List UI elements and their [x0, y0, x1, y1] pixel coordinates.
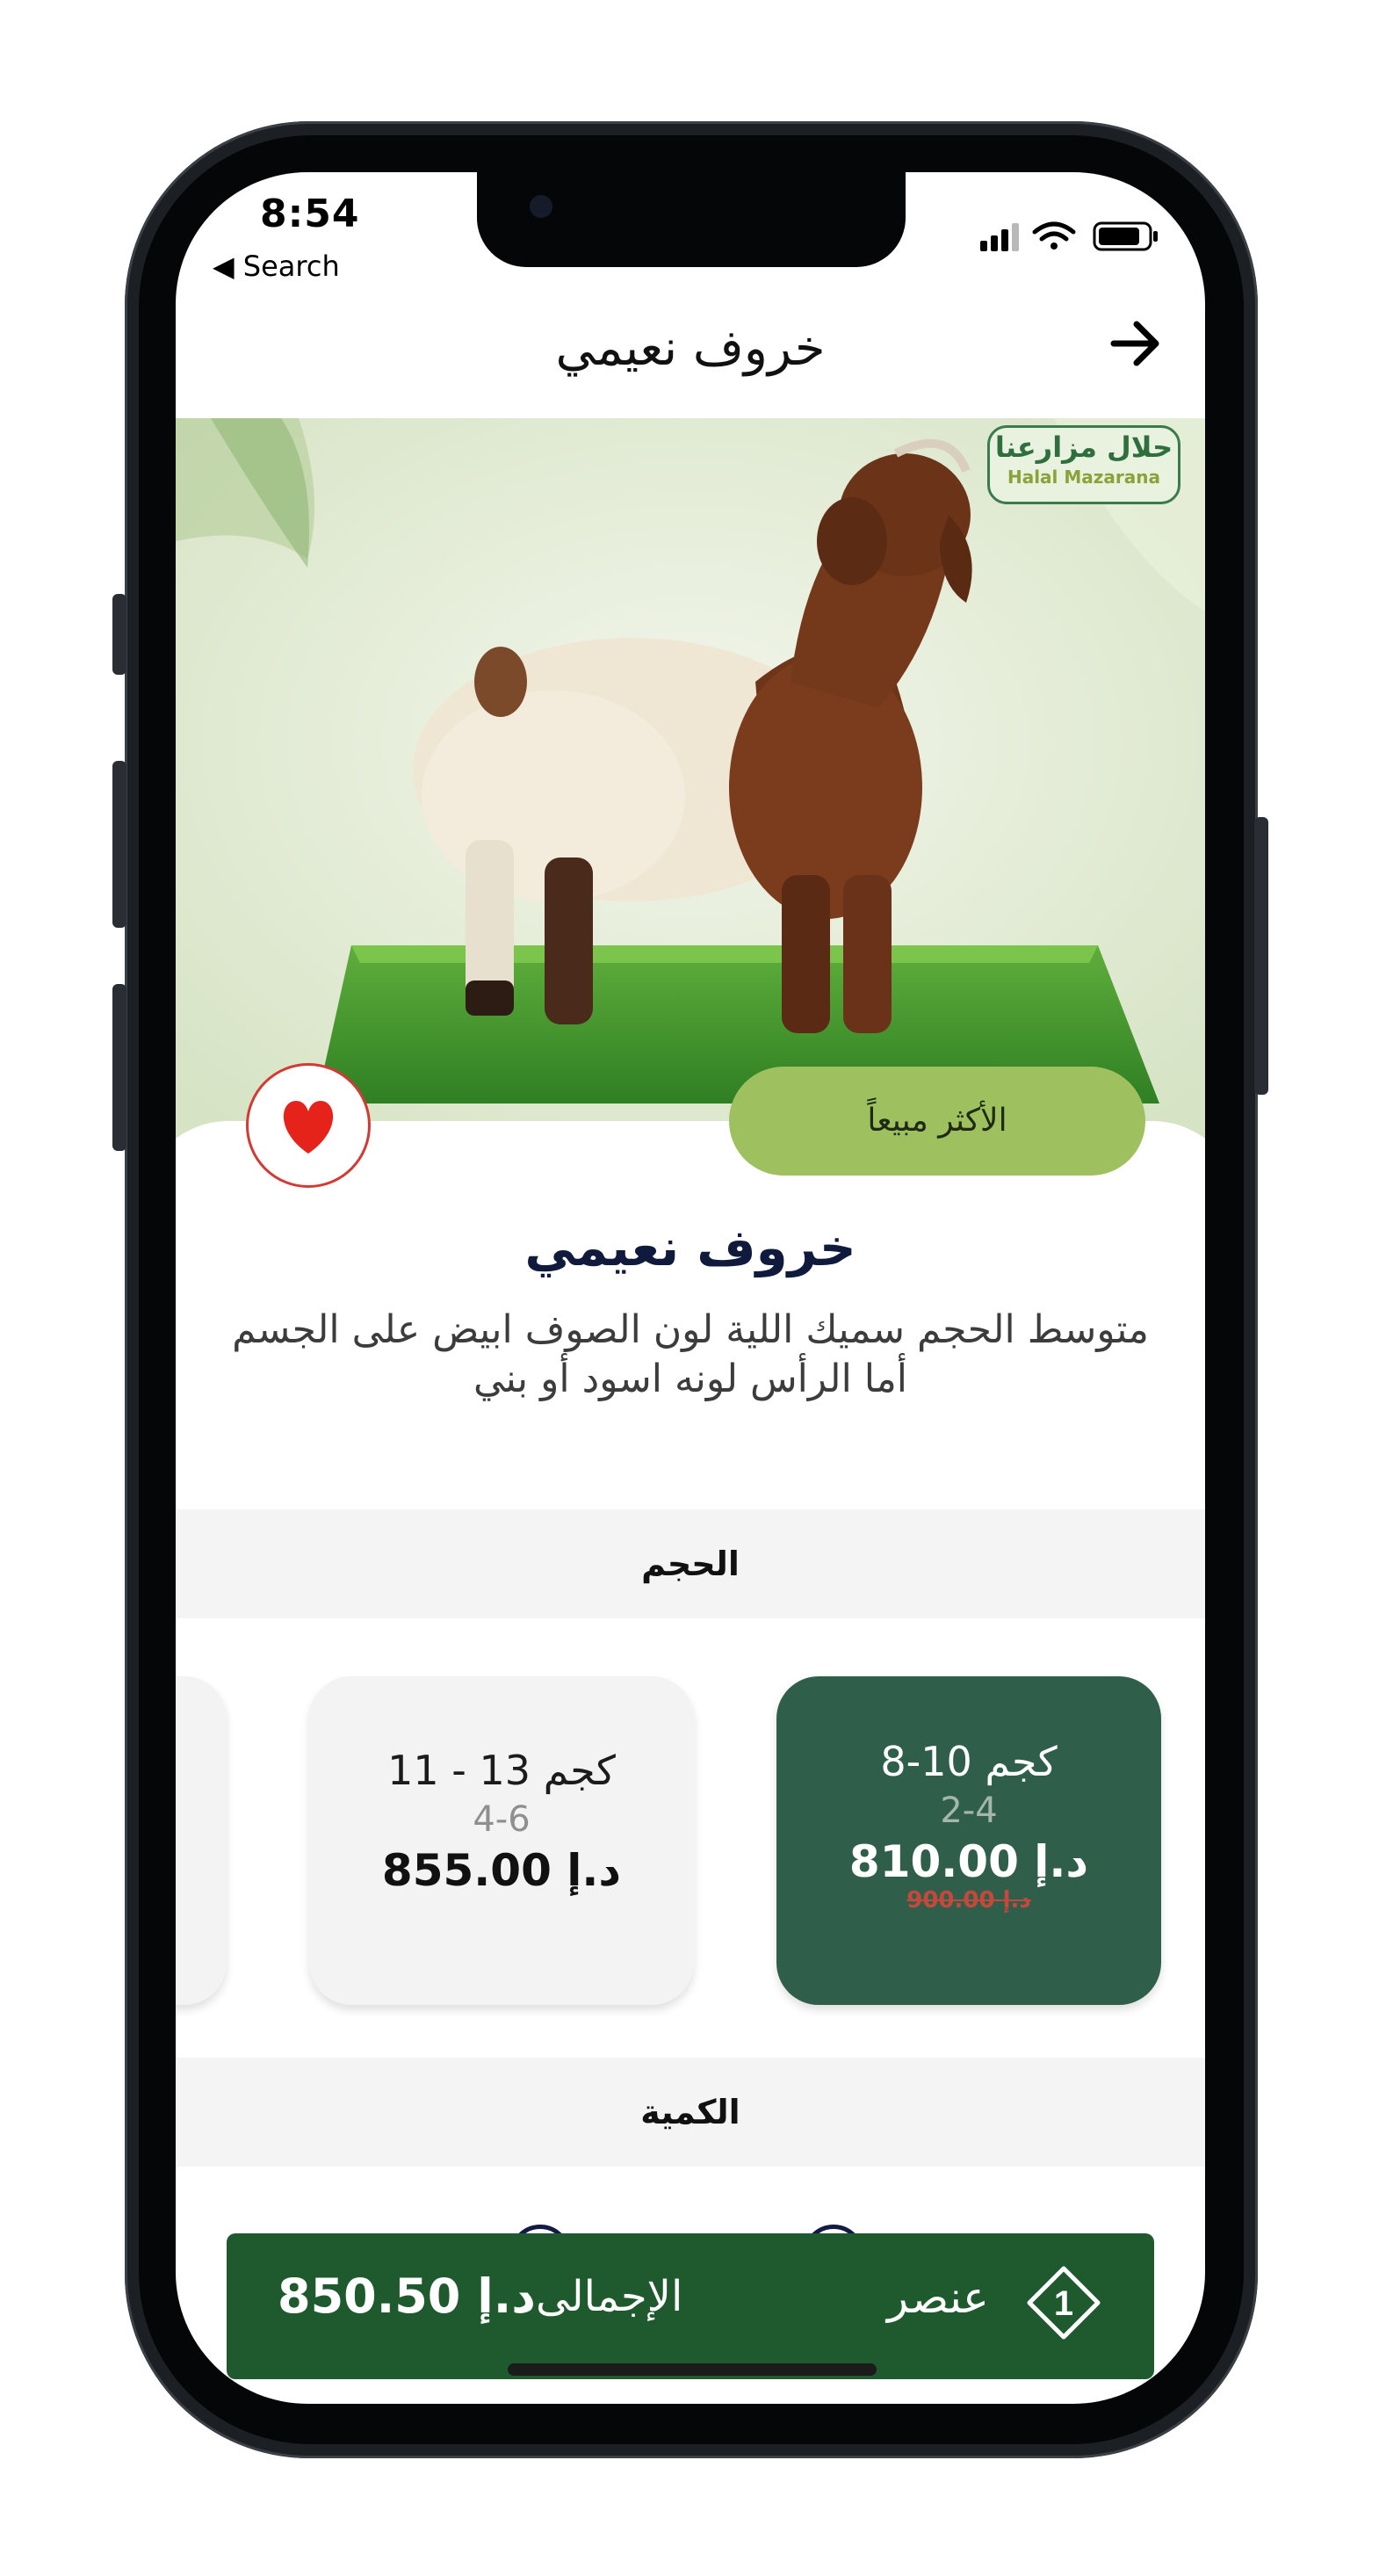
cellular-signal-icon: [980, 223, 1019, 251]
size-option-count: 4-6: [473, 1799, 531, 1840]
phone-power-button: [1254, 817, 1268, 1095]
halal-logo-arabic: حلال مزارعنا: [994, 431, 1173, 464]
favorite-button[interactable]: [246, 1063, 371, 1188]
size-option-range: 11 - 13 كجم: [387, 1747, 616, 1794]
cart-count-value: 1: [1054, 2284, 1073, 2323]
best-seller-badge: الأكثر مبيعاً: [729, 1067, 1145, 1176]
front-camera: [530, 195, 552, 218]
phone-mute-switch: [112, 594, 126, 675]
status-time: 8:54: [260, 192, 360, 236]
sheep-illustration: [176, 418, 1205, 1139]
size-option-8-10[interactable]: 8-10 كجم 2-4 810.00 د.إ 900.00 د.إ: [776, 1676, 1161, 2005]
heart-icon: [283, 1101, 334, 1154]
wifi-icon: [1032, 221, 1076, 250]
page-title: خروف نعيمي: [555, 320, 826, 377]
phone-volume-down: [112, 984, 126, 1151]
notch: [477, 172, 906, 267]
size-option-count: 2-4: [940, 1791, 998, 1831]
size-option-partial[interactable]: [176, 1676, 227, 2005]
cart-total-value: 850.50 د.إ: [278, 2268, 536, 2324]
size-section-header: الحجم: [176, 1509, 1205, 1618]
product-description: متوسط الحجم سميك اللية لون الصوف ابيض عل…: [232, 1307, 1149, 1401]
size-option-price: 855.00 د.إ: [381, 1845, 622, 1896]
cart-count-badge: 1: [1027, 2266, 1101, 2340]
arrow-right-icon[interactable]: [1105, 313, 1166, 374]
quantity-section-header: الكمية: [176, 2058, 1205, 2167]
cart-items-label: عنصر: [887, 2272, 989, 2323]
battery-icon: [1093, 221, 1158, 251]
size-option-range: 8-10 كجم: [880, 1738, 1058, 1785]
cart-summary-bar[interactable]: 850.50 د.إ الإجمالى عنصر 1: [227, 2233, 1154, 2379]
app-screen: 8:54 ◀ Search خروف نعيمي حلال مزارعنا Ha…: [176, 172, 1205, 2404]
halal-logo: حلال مزارعنا Halal Mazarana: [987, 425, 1180, 504]
status-icons: [980, 221, 1158, 251]
size-option-old-price: 900.00 د.إ: [906, 1887, 1031, 1914]
product-title: خروف نعيمي: [524, 1218, 856, 1277]
size-option-price: 810.00 د.إ: [848, 1836, 1089, 1887]
product-image: حلال مزارعنا Halal Mazarana: [176, 418, 1205, 1139]
status-back-to-search[interactable]: ◀ Search: [213, 250, 340, 283]
home-indicator[interactable]: [508, 2363, 877, 2376]
phone-volume-up: [112, 761, 126, 928]
halal-logo-english: Halal Mazarana: [1007, 467, 1161, 488]
cart-total-label: الإجمالى: [536, 2272, 683, 2321]
size-option-11-13[interactable]: 11 - 13 كجم 4-6 855.00 د.إ: [309, 1676, 694, 2005]
